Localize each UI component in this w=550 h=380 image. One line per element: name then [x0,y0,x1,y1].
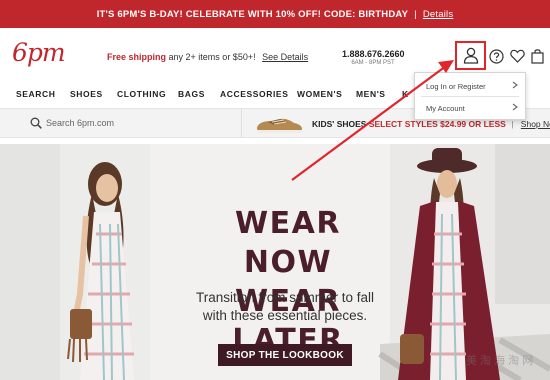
question-icon [488,48,504,64]
shopping-bag-icon [531,48,544,64]
nav-item-search[interactable]: SEARCH [16,89,56,99]
page: IT'S 6PM'S B-DAY! CELEBRATE WITH 10% OFF… [0,0,550,380]
shipping-highlight: Free shipping [107,52,167,62]
phone-contact: 1.888.676.2660 6AM - 8PM PST [342,49,405,66]
phone-number[interactable]: 1.888.676.2660 [342,49,405,59]
chevron-right-icon [512,103,518,111]
kids-promo: KIDS' SHOES SELECT STYLES $24.99 OR LESS… [312,119,550,129]
shipping-details-link[interactable]: See Details [262,52,308,62]
kids-shop-now-link[interactable]: Shop Now [521,119,550,129]
kids-promo-label: KIDS' SHOES [312,119,367,129]
shipping-text: any 2+ items or $50+! [168,52,256,62]
cart-button[interactable] [530,47,545,64]
hero-title-line-1: WEAR NOW [235,206,341,280]
hero-banner[interactable]: WEAR NOW WEAR LATER Transition from summ… [0,144,550,380]
account-dropdown: Log In or Register My Account [414,72,526,120]
my-account-label: My Account [426,103,465,113]
heart-icon [509,49,525,63]
watermark: 美 淘 海 淘 网 [466,355,534,367]
hero-subtitle: Transition from summer to fall with thes… [180,289,390,325]
menu-item-my-account[interactable]: My Account [415,98,525,118]
promo-separator: | [414,8,417,20]
user-icon [463,47,478,64]
search-icon [30,117,42,129]
kids-promo-separator: | [511,119,514,129]
wishlist-button[interactable] [509,48,525,64]
nav-item-accessories[interactable]: ACCESSORIES [220,89,288,99]
site-logo[interactable]: 6pm [12,38,66,67]
hero-subtitle-line-1: Transition from summer to fall [195,290,375,305]
chevron-right-icon [512,81,518,89]
nav-item-mens[interactable]: MEN'S [356,89,386,99]
shop-lookbook-button[interactable]: SHOP THE LOOKBOOK [218,344,352,366]
menu-divider [421,96,519,97]
promo-text: IT'S 6PM'S B-DAY! CELEBRATE WITH 10% OFF… [96,8,409,20]
phone-hours: 6AM - 8PM PST [351,60,395,66]
nav-item-womens[interactable]: WOMEN'S [297,89,342,99]
nav-item-bags[interactable]: BAGS [178,89,205,99]
nav-item-kids[interactable]: K [402,89,409,99]
hero-subtitle-line-2: with these essential pieces. [202,308,368,323]
kids-shoe-image [257,118,302,133]
help-button[interactable] [488,48,504,64]
menu-item-login-register[interactable]: Log In or Register [415,76,525,96]
account-button[interactable] [455,41,486,70]
promo-banner: IT'S 6PM'S B-DAY! CELEBRATE WITH 10% OFF… [0,0,550,28]
shipping-message: Free shipping any 2+ items or $50+! See … [107,52,308,62]
nav-item-shoes[interactable]: SHOES [70,89,103,99]
kids-promo-offer: SELECT STYLES $24.99 OR LESS [368,119,506,129]
nav-item-clothing[interactable]: CLOTHING [117,89,166,99]
login-register-label: Log In or Register [426,81,486,91]
hero-title: WEAR NOW WEAR LATER [188,204,388,360]
promo-details-link[interactable]: Details [423,9,453,20]
